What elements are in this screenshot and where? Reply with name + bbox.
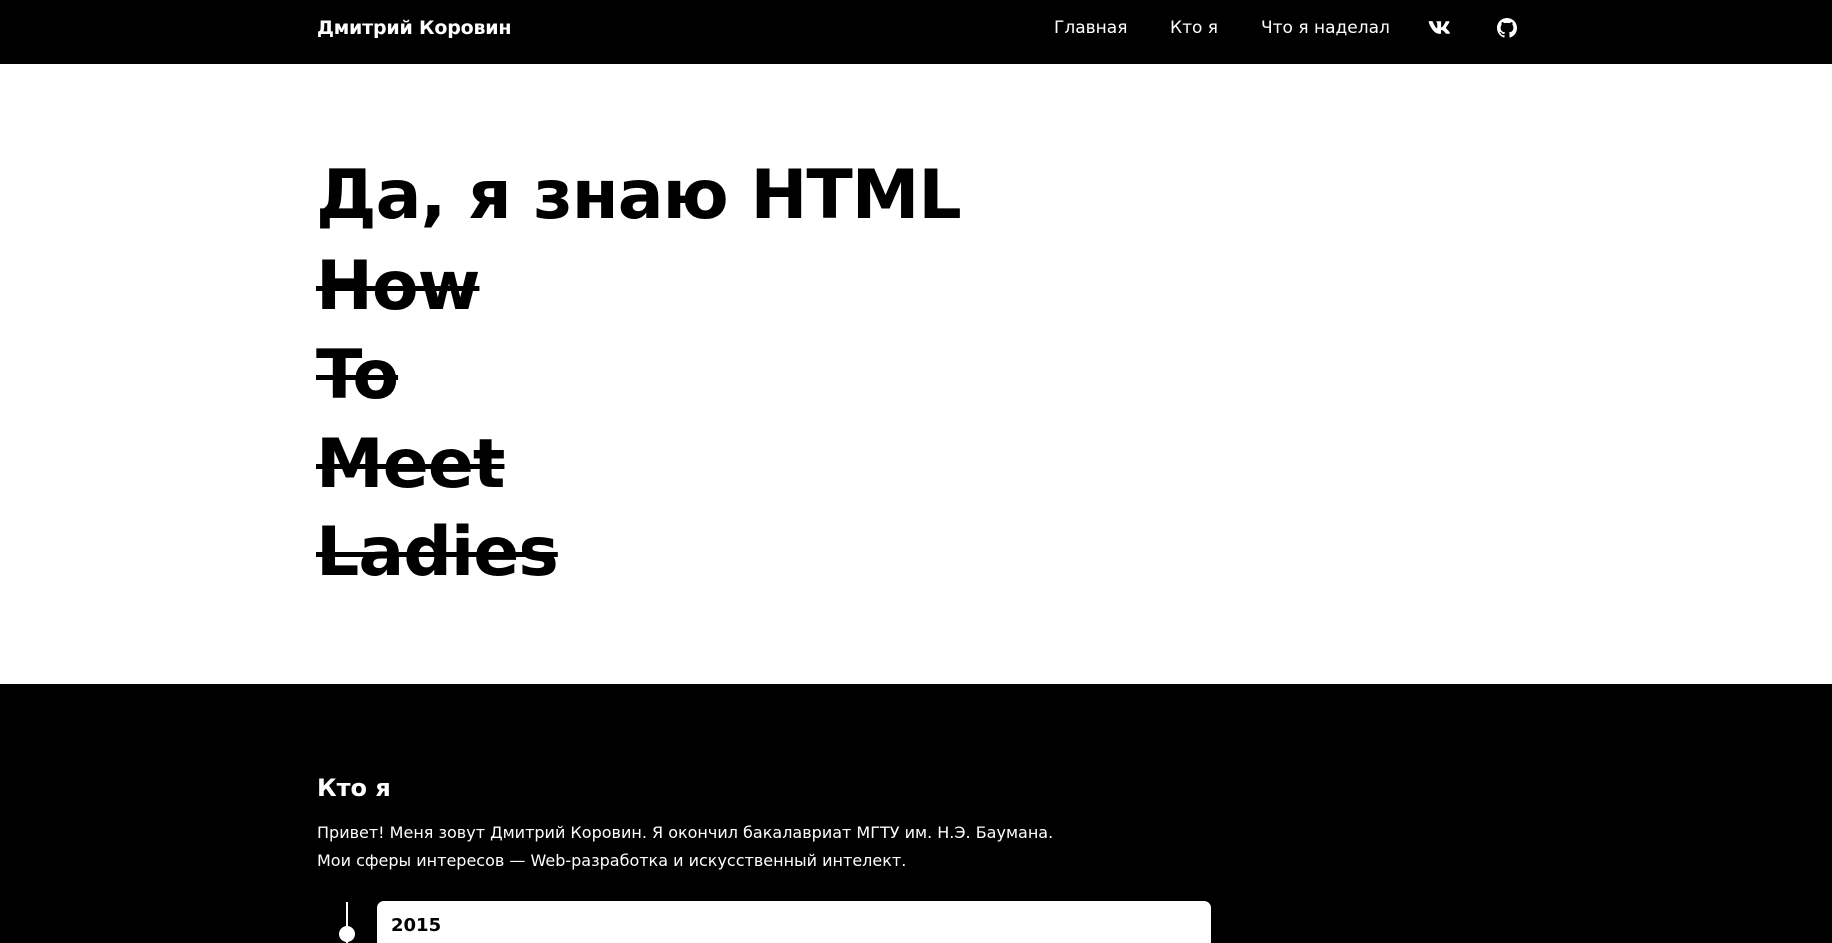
nav-link-work[interactable]: Что я наделал xyxy=(1261,18,1390,38)
vk-icon[interactable] xyxy=(1427,16,1451,40)
timeline-dot xyxy=(339,926,355,942)
site-header: Дмитрий Коровин Главная Кто я Что я наде… xyxy=(0,0,1832,64)
about-section: Кто я Привет! Меня зовут Дмитрий Коровин… xyxy=(0,684,1832,943)
github-icon-glyph xyxy=(1497,18,1517,38)
struck-word-meet: Meet xyxy=(316,425,505,504)
vk-icon-glyph xyxy=(1428,21,1450,34)
struck-word-to: To xyxy=(316,336,399,415)
about-intro-line: Привет! Меня зовут Дмитрий Коровин. Я ок… xyxy=(317,823,1054,842)
timeline-year: 2015 xyxy=(391,915,442,936)
hero-title: Да, я знаю HTML xyxy=(316,156,962,235)
nav-link-home[interactable]: Главная xyxy=(1054,18,1127,38)
nav-link-who[interactable]: Кто я xyxy=(1170,18,1218,38)
timeline-card: 2015 xyxy=(377,901,1211,943)
hero-section: Да, я знаю HTML How To Meet Ladies xyxy=(0,64,1832,684)
struck-word-ladies: Ladies xyxy=(316,513,559,592)
site-brand-link[interactable]: Дмитрий Коровин xyxy=(317,17,512,39)
about-interests-line: Мои сферы интересов — Web-разработка и и… xyxy=(317,851,907,870)
about-heading: Кто я xyxy=(317,774,391,802)
github-icon[interactable] xyxy=(1495,16,1519,40)
struck-word-how: How xyxy=(316,247,480,326)
